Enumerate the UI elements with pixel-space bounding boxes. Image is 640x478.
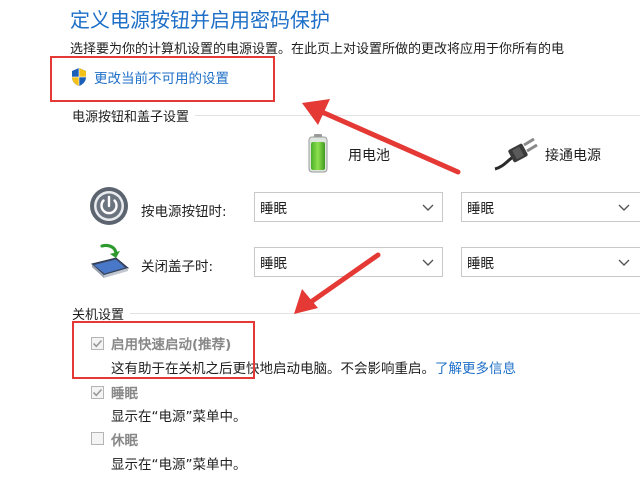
annotation-arrows	[294, 99, 461, 314]
annotation-arrow	[294, 252, 381, 314]
annotation-arrow	[302, 99, 461, 175]
